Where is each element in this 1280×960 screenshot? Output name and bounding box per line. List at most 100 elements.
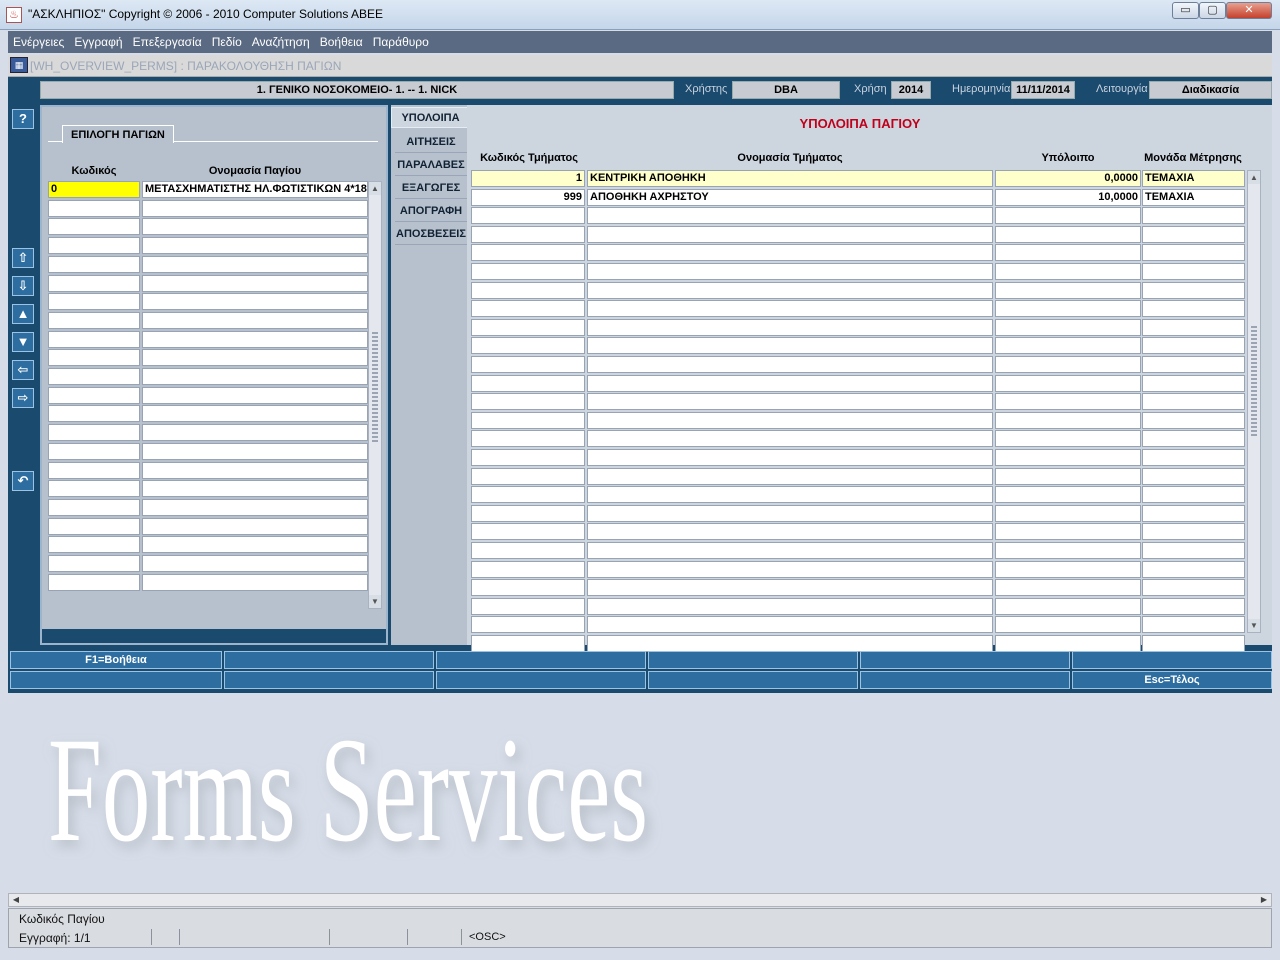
fkey-button[interactable] [648, 651, 858, 669]
unit-cell[interactable] [1142, 374, 1245, 392]
close-button[interactable]: ✕ [1226, 2, 1272, 19]
dept-name-cell[interactable] [587, 263, 993, 280]
unit-cell[interactable] [1142, 300, 1245, 318]
dept-name-cell[interactable] [587, 337, 993, 355]
dept-code-cell[interactable] [471, 244, 585, 262]
asset-name-field[interactable] [142, 555, 368, 572]
asset-code-field[interactable] [48, 293, 140, 311]
menu-search[interactable]: Αναζήτηση [247, 31, 315, 49]
dept-name-cell[interactable] [587, 318, 993, 336]
unit-cell[interactable] [1142, 523, 1245, 541]
unit-cell[interactable] [1142, 244, 1245, 262]
maximize-button[interactable]: ▢ [1199, 2, 1226, 19]
unit-cell[interactable] [1142, 337, 1245, 355]
asset-name-field[interactable] [142, 461, 368, 479]
dept-name-cell[interactable]: ΑΠΟΘΗΚΗ ΑΧΡΗΣΤΟΥ [587, 188, 993, 206]
scroll-down-icon[interactable]: ▼ [1248, 619, 1260, 632]
unit-cell[interactable]: ΤΕΜΑΧΙΑ [1142, 188, 1245, 206]
asset-code-field[interactable] [48, 536, 140, 554]
previous-block-icon[interactable]: ⇦ [12, 360, 34, 380]
balance-cell[interactable] [995, 523, 1141, 541]
previous-record-icon[interactable]: ▲ [12, 304, 34, 324]
dept-name-cell[interactable] [587, 504, 993, 522]
asset-name-field[interactable] [142, 517, 368, 535]
scroll-down-icon[interactable]: ▼ [369, 595, 381, 608]
fkey-button[interactable] [436, 671, 646, 689]
scroll-grip[interactable] [1251, 326, 1257, 436]
balance-cell[interactable]: 0,0000 [995, 170, 1141, 187]
unit-cell[interactable] [1142, 207, 1245, 225]
asset-name-field[interactable] [142, 536, 368, 554]
dept-code-cell[interactable] [471, 449, 585, 466]
unit-cell[interactable] [1142, 597, 1245, 615]
help-icon[interactable]: ? [12, 109, 34, 129]
dept-name-cell[interactable] [587, 523, 993, 541]
dept-code-cell[interactable] [471, 374, 585, 392]
dept-code-cell[interactable] [471, 411, 585, 429]
menu-window[interactable]: Παράθυρο [368, 31, 434, 49]
unit-cell[interactable] [1142, 411, 1245, 429]
fkey-button[interactable] [860, 671, 1070, 689]
dept-name-cell[interactable] [587, 486, 993, 504]
balance-cell[interactable] [995, 504, 1141, 522]
dept-code-cell[interactable] [471, 337, 585, 355]
asset-name-field[interactable] [142, 218, 368, 236]
dept-name-cell[interactable] [587, 244, 993, 262]
fkey-button[interactable] [436, 651, 646, 669]
asset-name-field[interactable] [142, 405, 368, 423]
tab-inventory[interactable]: ΑΠΟΓΡΑΦΗ [395, 201, 467, 222]
balance-cell[interactable] [995, 356, 1141, 373]
tab-balances[interactable]: ΥΠΟΛΟΙΠΑ [391, 107, 469, 128]
dept-code-cell[interactable] [471, 281, 585, 299]
asset-code-field[interactable] [48, 255, 140, 273]
unit-cell[interactable] [1142, 356, 1245, 373]
asset-name-field[interactable] [142, 255, 368, 273]
dept-code-cell[interactable] [471, 635, 585, 652]
dept-code-cell[interactable] [471, 560, 585, 578]
balances-scrollbar[interactable]: ▲ ▼ [1247, 170, 1261, 633]
asset-code-field[interactable] [48, 442, 140, 460]
dept-code-cell[interactable] [471, 467, 585, 485]
asset-name-field[interactable] [142, 199, 368, 217]
next-block-icon[interactable]: ⇨ [12, 388, 34, 408]
dept-name-cell[interactable] [587, 467, 993, 485]
dept-code-cell[interactable] [471, 300, 585, 318]
dept-code-cell[interactable] [471, 207, 585, 225]
unit-cell[interactable] [1142, 542, 1245, 559]
dept-name-cell[interactable] [587, 635, 993, 652]
asset-code-field[interactable] [48, 311, 140, 329]
dept-code-cell[interactable] [471, 579, 585, 597]
dept-code-cell[interactable] [471, 486, 585, 504]
dept-code-cell[interactable] [471, 356, 585, 373]
asset-code-field[interactable] [48, 237, 140, 255]
fkey-button[interactable] [224, 651, 434, 669]
dept-code-cell[interactable] [471, 225, 585, 243]
minimize-button[interactable]: ▭ [1172, 2, 1199, 19]
asset-code-field[interactable] [48, 573, 140, 591]
dept-code-cell[interactable] [471, 393, 585, 411]
balance-cell[interactable] [995, 616, 1141, 634]
asset-name-field[interactable] [142, 480, 368, 498]
fkey-help-button[interactable]: F1=Βοήθεια [10, 651, 222, 669]
fkey-button[interactable] [860, 651, 1070, 669]
asset-name-field[interactable] [142, 498, 368, 516]
dept-code-cell[interactable]: 999 [471, 188, 585, 206]
asset-code-field[interactable] [48, 517, 140, 535]
balance-cell[interactable] [995, 225, 1141, 243]
unit-cell[interactable] [1142, 281, 1245, 299]
balance-cell[interactable] [995, 374, 1141, 392]
balance-cell[interactable] [995, 486, 1141, 504]
asset-name-field[interactable] [142, 293, 368, 311]
dept-name-cell[interactable]: ΚΕΝΤΡΙΚΗ ΑΠΟΘΗΚΗ [587, 170, 993, 187]
unit-cell[interactable] [1142, 393, 1245, 411]
fkey-button[interactable] [224, 671, 434, 689]
asset-code-field[interactable] [48, 498, 140, 516]
scroll-right-icon[interactable]: ▶ [1257, 894, 1271, 906]
dept-name-cell[interactable] [587, 597, 993, 615]
balance-cell[interactable] [995, 337, 1141, 355]
dept-code-cell[interactable] [471, 318, 585, 336]
asset-name-field[interactable] [142, 349, 368, 367]
dept-name-cell[interactable] [587, 207, 993, 225]
asset-code-field[interactable] [48, 424, 140, 442]
asset-code-field[interactable] [48, 461, 140, 479]
